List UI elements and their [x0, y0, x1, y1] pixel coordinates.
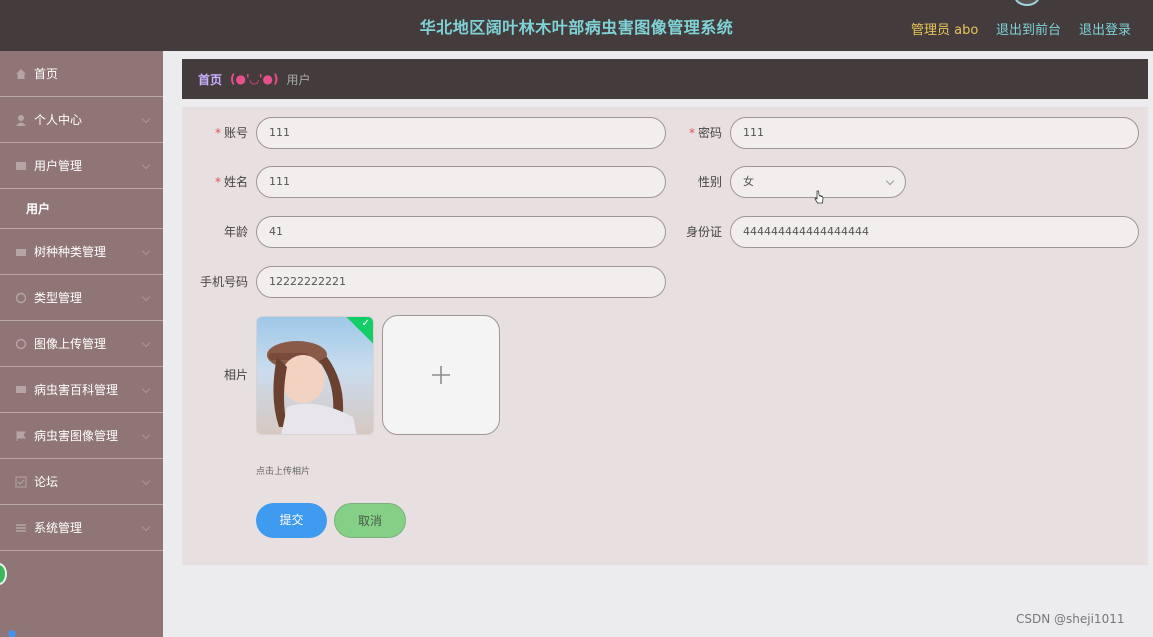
breadcrumb: 首页 (●'◡'●) 用户	[182, 59, 1148, 99]
flag-icon	[16, 430, 26, 441]
status-dot	[8, 630, 16, 637]
sidebar-subitem-user[interactable]: 用户	[0, 189, 163, 229]
password-input[interactable]: 111	[730, 117, 1139, 149]
form-panel: * 账号 111 * 密码 111 * 姓名 111 性别 女 年龄 41 身份证 4…	[182, 107, 1148, 565]
name-label: * 姓名	[214, 175, 248, 189]
age-input[interactable]: 41	[256, 216, 666, 248]
list-icon	[16, 523, 26, 532]
breadcrumb-current: 用户	[286, 72, 311, 87]
chevron-down-icon	[141, 160, 151, 170]
name-input[interactable]: 111	[256, 166, 666, 198]
gender-label: 性别	[697, 175, 722, 189]
age-label: 年龄	[223, 225, 248, 239]
check-icon: ✓	[361, 318, 370, 329]
chevron-down-icon	[141, 338, 151, 348]
sidebar-item-type-management[interactable]: 类型管理	[0, 275, 163, 321]
phone-label: 手机号码	[199, 275, 248, 289]
circle-icon	[15, 338, 27, 349]
mouse-cursor-icon	[814, 190, 824, 204]
sidebar: 首页 个人中心 用户管理 用户 树种种类管理 类型管理 图像上传管理 病虫害百科…	[0, 51, 163, 637]
chevron-down-icon	[141, 522, 151, 532]
sidebar-item-label: 系统管理	[34, 521, 83, 535]
chevron-down-icon	[885, 176, 895, 186]
top-bar: 华北地区阔叶林木叶部病虫害图像管理系统 管理员 abo 退出到前台 退出登录	[0, 0, 1153, 51]
logout-link[interactable]: 退出登录	[1079, 19, 1131, 38]
sidebar-item-label: 个人中心	[34, 113, 83, 127]
submit-button[interactable]: 提交	[256, 503, 327, 538]
back-to-front-link[interactable]: 退出到前台	[996, 19, 1061, 38]
home-icon	[16, 68, 26, 79]
phone-input[interactable]: 12222222221	[256, 266, 666, 298]
idcard-label: 身份证	[685, 225, 722, 239]
account-label: * 账号	[214, 126, 248, 140]
breadcrumb-separator: (●'◡'●)	[230, 72, 279, 86]
chevron-down-icon	[141, 430, 151, 440]
account-input[interactable]: 111	[256, 117, 666, 149]
upload-tip: 点击上传相片	[256, 467, 311, 477]
sidebar-item-label: 病虫害百科管理	[34, 383, 119, 397]
chat-icon	[16, 385, 26, 393]
sidebar-item-image-upload[interactable]: 图像上传管理	[0, 321, 163, 367]
sidebar-item-label: 类型管理	[34, 291, 83, 305]
breadcrumb-home[interactable]: 首页	[198, 71, 222, 88]
idcard-input[interactable]: 444444444444444444	[730, 216, 1139, 248]
sidebar-item-label: 树种种类管理	[34, 245, 107, 259]
sidebar-item-pest-image[interactable]: 病虫害图像管理	[0, 413, 163, 459]
uploaded-photo-thumbnail[interactable]: ✓	[256, 316, 374, 435]
camera-icon	[16, 248, 26, 256]
sidebar-item-personal-center[interactable]: 个人中心	[0, 97, 163, 143]
chevron-down-icon	[141, 246, 151, 256]
upload-photo-button[interactable]	[382, 315, 500, 435]
app-title: 华北地区阔叶林木叶部病虫害图像管理系统	[419, 18, 734, 37]
watermark: CSDN @sheji1011	[1016, 612, 1125, 626]
sidebar-item-system-management[interactable]: 系统管理	[0, 505, 163, 551]
sidebar-item-label: 图像上传管理	[34, 337, 107, 351]
chevron-down-icon	[141, 292, 151, 302]
chevron-down-icon	[141, 476, 151, 486]
chevron-down-icon	[141, 114, 151, 124]
chevron-down-icon	[141, 384, 151, 394]
sidebar-item-label: 用户管理	[34, 159, 83, 173]
photo-image	[267, 341, 357, 434]
user-icon	[16, 114, 26, 126]
admin-label: 管理员 abo	[911, 23, 979, 38]
table-icon	[16, 161, 26, 170]
sidebar-item-forum[interactable]: 论坛	[0, 459, 163, 505]
sidebar-item-label: 病虫害图像管理	[34, 429, 119, 443]
sidebar-item-pest-encyclopedia[interactable]: 病虫害百科管理	[0, 367, 163, 413]
floating-chat-bubble[interactable]	[0, 563, 7, 585]
sidebar-item-user-management[interactable]: 用户管理	[0, 143, 163, 189]
gender-value: 女	[743, 175, 754, 188]
check-icon	[15, 476, 27, 487]
photo-label: 相片	[223, 368, 248, 382]
sidebar-item-label: 论坛	[34, 475, 59, 489]
password-label: * 密码	[688, 126, 722, 140]
power-icon	[15, 292, 27, 303]
sidebar-item-label: 首页	[34, 67, 59, 81]
sidebar-item-tree-species[interactable]: 树种种类管理	[0, 229, 163, 275]
sidebar-item-home[interactable]: 首页	[0, 51, 163, 97]
cancel-button[interactable]: 取消	[334, 503, 406, 538]
plus-icon	[432, 366, 450, 384]
